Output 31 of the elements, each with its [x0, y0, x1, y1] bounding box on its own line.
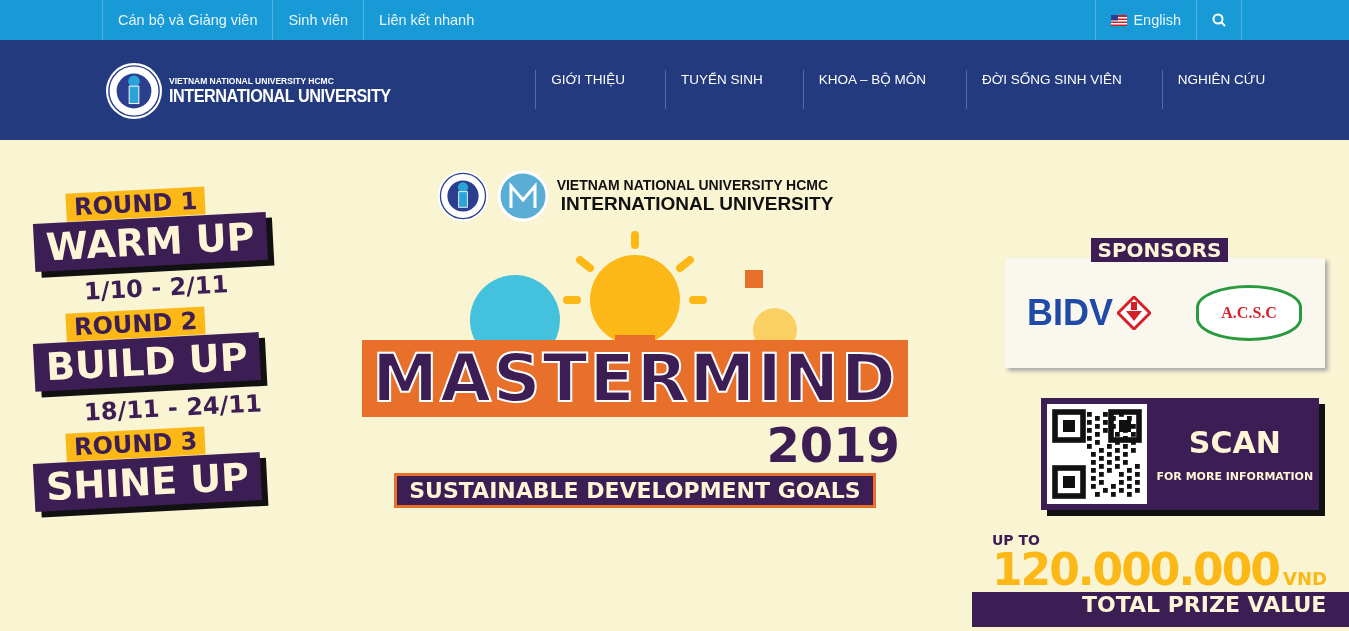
sponsor-logo: BIDV — [1027, 292, 1152, 334]
nav-link[interactable]: KHOA – BỘ MÔN — [802, 70, 966, 109]
prize-prefix: UP TO — [992, 532, 1041, 548]
event-theme: SUSTAINABLE DEVELOPMENT GOALS — [394, 473, 876, 508]
organizer-subtitle: VIETNAM NATIONAL UNIVERSITY HCMC — [556, 177, 830, 193]
mastermind-logo-icon — [496, 170, 549, 222]
round-label: ROUND 3 — [65, 426, 207, 462]
prize-currency: VND — [1282, 568, 1327, 589]
event-title: MASTERMIND — [362, 340, 908, 417]
university-emblem-icon — [436, 170, 489, 222]
organizer-title: INTERNATIONAL UNIVERSITY — [560, 193, 834, 215]
sponsors-heading: SPONSORS — [1091, 238, 1228, 262]
search-icon — [1212, 13, 1226, 27]
nav-link[interactable]: TUYỂN SINH — [664, 70, 803, 109]
round-dates: 18/11 - 24/11 — [83, 389, 263, 427]
sponsor-logo: A.C.S.C — [1196, 285, 1302, 341]
prize-caption: TOTAL PRIZE VALUE — [972, 592, 1349, 627]
prize-amount: 120.000.000 — [992, 548, 1279, 592]
flag-icon — [1111, 14, 1128, 26]
round-dates: 1/10 - 2/11 — [83, 270, 230, 306]
scan-subtitle: FOR MORE INFORMATION — [1156, 470, 1314, 483]
nav-link[interactable]: ĐỜI SỐNG SINH VIÊN — [966, 70, 1162, 109]
logo-subtitle: VIETNAM NATIONAL UNIVERSITY HCMC — [169, 75, 335, 86]
nav-link[interactable]: NGHIÊN CỨU — [1161, 70, 1306, 109]
scan-title: SCAN — [1188, 425, 1281, 460]
round-label: ROUND 1 — [65, 186, 207, 222]
round-label: ROUND 2 — [65, 306, 207, 342]
event-year: 2019 — [766, 417, 900, 473]
university-emblem-icon — [105, 62, 163, 120]
nav-link[interactable]: GIỚI THIỆU — [535, 70, 665, 109]
logo-title: INTERNATIONAL UNIVERSITY — [169, 85, 391, 107]
